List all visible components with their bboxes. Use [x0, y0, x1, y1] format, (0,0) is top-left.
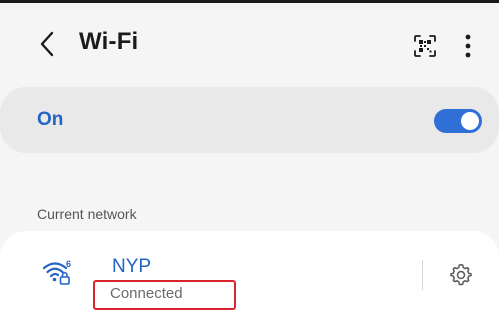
gear-icon [450, 263, 472, 286]
qr-scan-icon [414, 35, 436, 57]
back-button[interactable] [36, 27, 58, 61]
wifi-secured-icon: 6 [42, 259, 71, 285]
wifi-standard-badge: 6 [66, 259, 71, 269]
status-highlight-box [93, 280, 236, 310]
wifi-settings-screen: Wi-Fi On Current network 6 NYP Connected [0, 0, 499, 331]
wifi-toggle-label: On [37, 109, 64, 130]
toggle-knob [461, 112, 479, 130]
vertical-divider [422, 260, 423, 290]
wifi-toggle-switch[interactable] [434, 109, 482, 133]
header: Wi-Fi [0, 3, 499, 85]
wifi-toggle-row[interactable]: On [0, 87, 499, 153]
network-settings-button[interactable] [447, 261, 475, 289]
more-vertical-icon [465, 34, 471, 58]
qr-scan-button[interactable] [411, 32, 439, 60]
network-name: NYP [112, 256, 152, 277]
more-options-button[interactable] [460, 31, 476, 61]
chevron-left-icon [40, 31, 54, 57]
current-network-card[interactable] [0, 231, 499, 331]
current-network-section-label: Current network [37, 206, 137, 222]
page-title: Wi-Fi [79, 28, 139, 55]
